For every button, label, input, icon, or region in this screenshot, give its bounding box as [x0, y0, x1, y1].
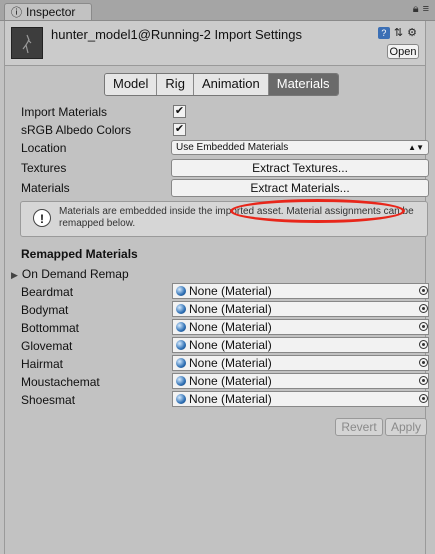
- info-icon: ⓘ: [11, 7, 22, 19]
- page-title: hunter_model1@Running-2 Import Settings: [51, 27, 302, 42]
- revert-button[interactable]: Revert: [335, 418, 383, 436]
- textures-row: Textures Extract Textures...: [21, 159, 429, 177]
- extract-materials-button[interactable]: Extract Materials...: [171, 179, 429, 197]
- material-sphere-icon: [176, 322, 186, 332]
- material-sphere-icon: [176, 394, 186, 404]
- material-value: None (Material): [189, 356, 272, 370]
- materials-row: Materials Extract Materials...: [21, 179, 429, 197]
- material-row: Beardmat None (Material): [21, 283, 429, 301]
- object-picker-icon[interactable]: [419, 376, 428, 385]
- remapped-materials-title: Remapped Materials: [21, 247, 138, 261]
- material-row: Bottommat None (Material): [21, 319, 429, 337]
- inspector-tab-label: Inspector: [26, 5, 76, 19]
- material-field[interactable]: None (Material): [172, 337, 429, 353]
- textures-label: Textures: [21, 161, 67, 175]
- srgb-label: sRGB Albedo Colors: [21, 123, 132, 137]
- object-picker-icon[interactable]: [419, 322, 428, 331]
- extract-textures-button[interactable]: Extract Textures...: [171, 159, 429, 177]
- srgb-row: sRGB Albedo Colors ✔: [21, 121, 425, 139]
- material-value: None (Material): [189, 302, 272, 316]
- tab-materials[interactable]: Materials: [268, 74, 338, 95]
- inspector-panel: hunter_model1@Running-2 Import Settings …: [4, 21, 429, 554]
- location-value: Use Embedded Materials: [176, 142, 289, 153]
- model-thumbnail: [11, 27, 43, 59]
- material-field[interactable]: None (Material): [172, 391, 429, 407]
- material-value: None (Material): [189, 374, 272, 388]
- material-sphere-icon: [176, 286, 186, 296]
- tab-animation[interactable]: Animation: [193, 74, 269, 95]
- material-name: Bodymat: [21, 303, 69, 317]
- material-field[interactable]: None (Material): [172, 373, 429, 389]
- material-name: Beardmat: [21, 285, 74, 299]
- srgb-checkbox[interactable]: ✔: [173, 123, 186, 136]
- import-materials-checkbox[interactable]: ✔: [173, 105, 186, 118]
- tab-model[interactable]: Model: [105, 74, 158, 95]
- material-value: None (Material): [189, 320, 272, 334]
- tab-tools: 🔒︎ ≡: [409, 3, 429, 16]
- inspector-tab-bar: ⓘ Inspector 🔒︎ ≡: [0, 0, 435, 21]
- dropdown-arrow-icon: ▲▼: [408, 143, 424, 152]
- settings-icon[interactable]: ⚙: [407, 27, 417, 39]
- location-label: Location: [21, 141, 67, 155]
- lock-icon[interactable]: 🔒︎: [413, 3, 419, 15]
- material-name: Hairmat: [21, 357, 64, 371]
- header-icons: ? ⇅ ⚙: [374, 26, 417, 39]
- material-name: Glovemat: [21, 339, 73, 353]
- material-name: Bottommat: [21, 321, 80, 335]
- inspector-tab[interactable]: ⓘ Inspector: [4, 3, 92, 20]
- object-picker-icon[interactable]: [419, 358, 428, 367]
- material-field[interactable]: None (Material): [172, 355, 429, 371]
- object-picker-icon[interactable]: [419, 394, 428, 403]
- preset-icon[interactable]: ⇅: [394, 27, 403, 39]
- on-demand-remap-foldout[interactable]: ▶ On Demand Remap: [11, 265, 129, 283]
- materials-label: Materials: [21, 181, 70, 195]
- material-field[interactable]: None (Material): [172, 283, 429, 299]
- help-icon[interactable]: ?: [377, 27, 390, 39]
- object-picker-icon[interactable]: [419, 286, 428, 295]
- material-row: Hairmat None (Material): [21, 355, 429, 373]
- open-button[interactable]: Open: [387, 44, 419, 59]
- import-tabs: Model Rig Animation Materials: [104, 73, 339, 96]
- object-picker-icon[interactable]: [419, 340, 428, 349]
- highlight-annotation: [230, 199, 405, 223]
- material-row: Glovemat None (Material): [21, 337, 429, 355]
- material-sphere-icon: [176, 340, 186, 350]
- apply-button[interactable]: Apply: [385, 418, 427, 436]
- foldout-label: On Demand Remap: [21, 267, 129, 281]
- import-settings-header: hunter_model1@Running-2 Import Settings …: [5, 21, 425, 66]
- material-row: Bodymat None (Material): [21, 301, 429, 319]
- material-name: Moustachemat: [21, 375, 100, 389]
- tab-rig[interactable]: Rig: [157, 74, 194, 95]
- material-row: Shoesmat None (Material): [21, 391, 429, 409]
- material-value: None (Material): [189, 392, 272, 406]
- material-field[interactable]: None (Material): [172, 319, 429, 335]
- material-sphere-icon: [176, 358, 186, 368]
- material-value: None (Material): [189, 338, 272, 352]
- import-materials-row: Import Materials ✔: [21, 103, 425, 121]
- exclamation-icon: !: [33, 209, 51, 227]
- material-sphere-icon: [176, 304, 186, 314]
- material-value: None (Material): [189, 284, 272, 298]
- location-row: Location Use Embedded Materials ▲▼: [21, 139, 429, 157]
- material-row: Moustachemat None (Material): [21, 373, 429, 391]
- material-field[interactable]: None (Material): [172, 301, 429, 317]
- material-name: Shoesmat: [21, 393, 76, 407]
- object-picker-icon[interactable]: [419, 304, 428, 313]
- import-materials-label: Import Materials: [21, 105, 108, 119]
- material-sphere-icon: [176, 376, 186, 386]
- foldout-arrow-icon: ▶: [11, 270, 18, 280]
- menu-icon[interactable]: ≡: [423, 3, 429, 15]
- location-dropdown[interactable]: Use Embedded Materials ▲▼: [171, 140, 429, 155]
